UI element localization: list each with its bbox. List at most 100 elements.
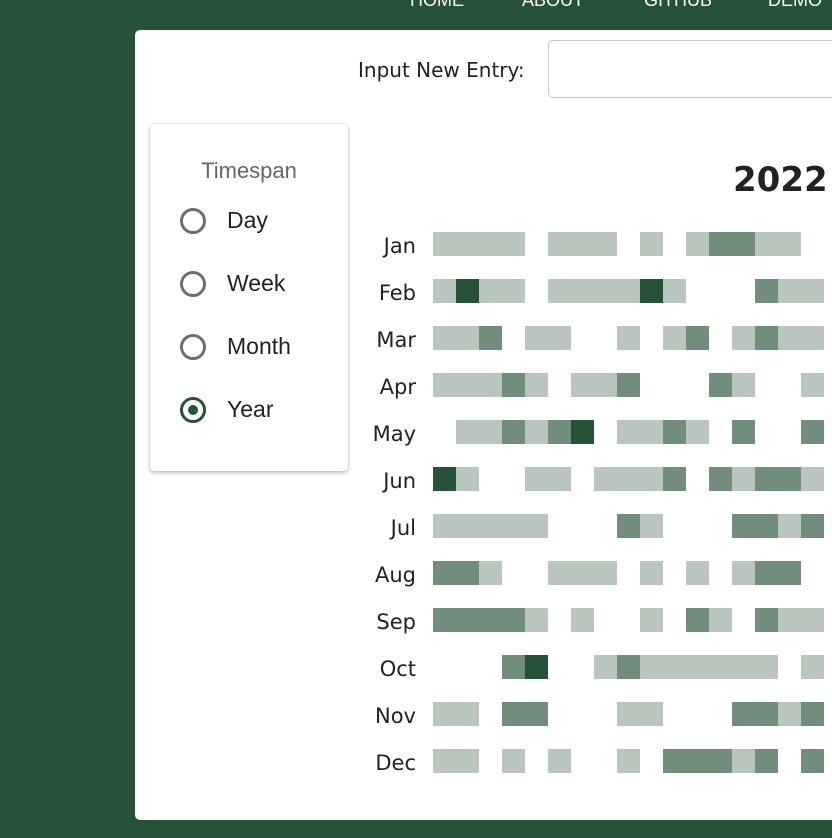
heatmap-cell[interactable] <box>801 608 824 632</box>
heatmap-cell[interactable] <box>456 514 479 538</box>
heatmap-cell[interactable] <box>433 608 456 632</box>
heatmap-cell[interactable] <box>479 608 502 632</box>
heatmap-cell[interactable] <box>732 561 755 585</box>
heatmap-cell[interactable] <box>548 326 571 350</box>
heatmap-cell[interactable] <box>617 467 640 491</box>
heatmap-cell[interactable] <box>709 373 732 397</box>
heatmap-cell[interactable] <box>617 514 640 538</box>
heatmap-cell[interactable] <box>755 467 778 491</box>
heatmap-cell[interactable] <box>732 420 755 444</box>
heatmap-cell[interactable] <box>548 232 571 256</box>
heatmap-cell[interactable] <box>801 749 824 773</box>
heatmap-cell[interactable] <box>456 373 479 397</box>
heatmap-cell[interactable] <box>801 373 824 397</box>
heatmap-cell[interactable] <box>732 232 755 256</box>
heatmap-cell[interactable] <box>456 279 479 303</box>
heatmap-cell[interactable] <box>548 467 571 491</box>
heatmap-cell[interactable] <box>640 232 663 256</box>
heatmap-cell[interactable] <box>617 749 640 773</box>
heatmap-cell[interactable] <box>479 232 502 256</box>
heatmap-cell[interactable] <box>801 514 824 538</box>
radio-month[interactable]: Month <box>180 333 291 360</box>
heatmap-cell[interactable] <box>502 749 525 773</box>
heatmap-cell[interactable] <box>732 702 755 726</box>
heatmap-cell[interactable] <box>801 702 824 726</box>
heatmap-cell[interactable] <box>617 279 640 303</box>
heatmap-cell[interactable] <box>755 608 778 632</box>
heatmap-cell[interactable] <box>502 608 525 632</box>
heatmap-cell[interactable] <box>617 702 640 726</box>
heatmap-cell[interactable] <box>755 561 778 585</box>
heatmap-cell[interactable] <box>640 561 663 585</box>
heatmap-cell[interactable] <box>755 749 778 773</box>
heatmap-cell[interactable] <box>525 420 548 444</box>
heatmap-cell[interactable] <box>594 467 617 491</box>
heatmap-cell[interactable] <box>801 467 824 491</box>
heatmap-cell[interactable] <box>663 655 686 679</box>
heatmap-cell[interactable] <box>479 420 502 444</box>
heatmap-cell[interactable] <box>594 373 617 397</box>
heatmap-cell[interactable] <box>778 561 801 585</box>
heatmap-cell[interactable] <box>778 608 801 632</box>
heatmap-cell[interactable] <box>640 702 663 726</box>
radio-day[interactable]: Day <box>180 207 268 234</box>
heatmap-cell[interactable] <box>479 514 502 538</box>
heatmap-cell[interactable] <box>801 279 824 303</box>
radio-week[interactable]: Week <box>180 270 285 297</box>
heatmap-cell[interactable] <box>502 702 525 726</box>
heatmap-cell[interactable] <box>502 279 525 303</box>
heatmap-cell[interactable] <box>732 655 755 679</box>
heatmap-cell[interactable] <box>686 561 709 585</box>
heatmap-cell[interactable] <box>479 326 502 350</box>
heatmap-cell[interactable] <box>640 467 663 491</box>
heatmap-cell[interactable] <box>548 420 571 444</box>
heatmap-cell[interactable] <box>617 655 640 679</box>
heatmap-cell[interactable] <box>778 326 801 350</box>
heatmap-cell[interactable] <box>433 232 456 256</box>
heatmap-cell[interactable] <box>640 420 663 444</box>
heatmap-cell[interactable] <box>456 467 479 491</box>
heatmap-cell[interactable] <box>548 561 571 585</box>
heatmap-cell[interactable] <box>571 561 594 585</box>
heatmap-cell[interactable] <box>778 467 801 491</box>
heatmap-cell[interactable] <box>456 232 479 256</box>
heatmap-cell[interactable] <box>617 420 640 444</box>
heatmap-cell[interactable] <box>502 655 525 679</box>
heatmap-cell[interactable] <box>456 608 479 632</box>
nav-demo[interactable]: DEMO <box>768 0 822 11</box>
heatmap-cell[interactable] <box>502 232 525 256</box>
heatmap-cell[interactable] <box>617 326 640 350</box>
nav-about[interactable]: ABOUT <box>522 0 584 11</box>
heatmap-cell[interactable] <box>640 655 663 679</box>
heatmap-cell[interactable] <box>456 749 479 773</box>
heatmap-cell[interactable] <box>502 420 525 444</box>
heatmap-cell[interactable] <box>571 232 594 256</box>
heatmap-cell[interactable] <box>479 373 502 397</box>
heatmap-cell[interactable] <box>571 279 594 303</box>
heatmap-cell[interactable] <box>755 279 778 303</box>
heatmap-cell[interactable] <box>502 514 525 538</box>
heatmap-cell[interactable] <box>433 373 456 397</box>
heatmap-cell[interactable] <box>709 467 732 491</box>
heatmap-cell[interactable] <box>525 373 548 397</box>
new-entry-input[interactable] <box>548 40 832 98</box>
heatmap-cell[interactable] <box>525 514 548 538</box>
heatmap-cell[interactable] <box>778 702 801 726</box>
heatmap-cell[interactable] <box>732 467 755 491</box>
heatmap-cell[interactable] <box>686 608 709 632</box>
heatmap-cell[interactable] <box>548 279 571 303</box>
heatmap-cell[interactable] <box>571 608 594 632</box>
heatmap-cell[interactable] <box>709 608 732 632</box>
heatmap-cell[interactable] <box>479 279 502 303</box>
heatmap-cell[interactable] <box>571 420 594 444</box>
heatmap-cell[interactable] <box>686 420 709 444</box>
heatmap-cell[interactable] <box>640 279 663 303</box>
heatmap-cell[interactable] <box>640 608 663 632</box>
heatmap-cell[interactable] <box>801 655 824 679</box>
heatmap-cell[interactable] <box>778 514 801 538</box>
heatmap-cell[interactable] <box>732 514 755 538</box>
heatmap-cell[interactable] <box>594 279 617 303</box>
radio-year[interactable]: Year <box>180 396 273 423</box>
heatmap-cell[interactable] <box>433 561 456 585</box>
heatmap-cell[interactable] <box>709 232 732 256</box>
